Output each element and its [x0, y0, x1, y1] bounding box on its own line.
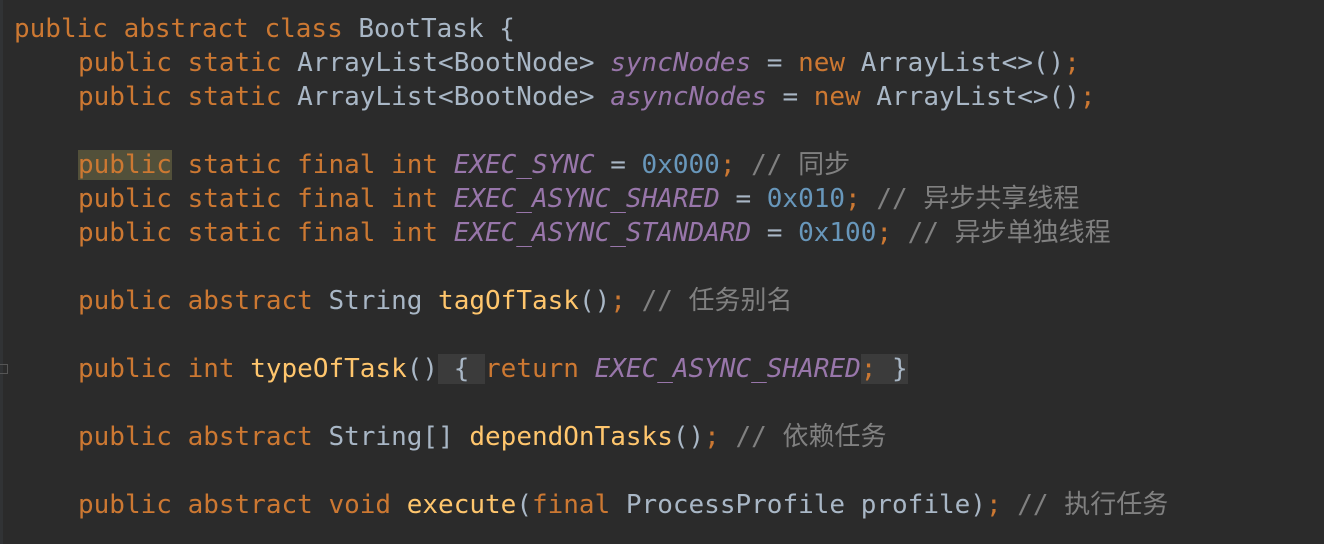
number-literal: 0x010 [766, 184, 846, 214]
keyword: public abstract class [14, 14, 343, 44]
code-line-async-nodes: public static ArrayList<BootNode> asyncN… [14, 80, 1168, 114]
initializer: ArrayList<>() [876, 82, 1080, 112]
semicolon: ; [1064, 48, 1080, 78]
parens: () [672, 422, 705, 452]
class-name: BootTask [358, 14, 484, 44]
keyword-new: new [813, 82, 861, 112]
operator: = [782, 82, 799, 112]
method-name: dependOnTasks [469, 422, 673, 452]
semicolon: ; [719, 150, 736, 180]
keyword-return: return [485, 354, 579, 384]
keyword-new: new [798, 48, 846, 78]
keyword-highlighted: public [78, 150, 172, 180]
keyword-final: final [531, 490, 611, 520]
field-name: syncNodes [610, 48, 752, 78]
code-area[interactable]: public abstract class BootTask { public … [14, 12, 1168, 522]
comment: // 依赖任务 [735, 422, 887, 452]
keyword: public static [78, 82, 282, 112]
code-line-execute: public abstract void execute(final Proce… [14, 488, 1168, 522]
semicolon: ; [985, 490, 1002, 520]
keyword: public abstract [78, 286, 313, 316]
initializer: ArrayList<>() [860, 48, 1065, 78]
keyword: public int [78, 354, 235, 384]
comment: // 任务别名 [641, 286, 793, 316]
constant-name: EXEC_ASYNC_SHARED [594, 354, 861, 384]
parameters: ProcessProfile profile) [625, 490, 986, 520]
constant-name: EXEC_SYNC [453, 150, 595, 180]
method-name: tagOfTask [438, 286, 579, 316]
operator: = [735, 184, 752, 214]
field-name: asyncNodes [610, 82, 767, 112]
folded-method-body[interactable]: { [438, 354, 486, 384]
code-line-depend-on-tasks: public abstract String[] dependOnTasks()… [14, 420, 1168, 454]
close-brace: } [892, 354, 908, 384]
comment: // 异步单独线程 [907, 218, 1111, 248]
folded-method-end[interactable]: ; } [860, 354, 908, 384]
comment: // 异步共享线程 [876, 184, 1080, 214]
code-line-tag-of-task: public abstract String tagOfTask(); // 任… [14, 284, 1168, 318]
semicolon: ; [845, 184, 861, 214]
keyword: public abstract void [78, 490, 392, 520]
code-line-exec-async-shared: public static final int EXEC_ASYNC_SHARE… [14, 182, 1168, 216]
code-line-exec-async-standard: public static final int EXEC_ASYNC_STAND… [14, 216, 1168, 250]
fold-icon[interactable] [0, 364, 8, 374]
code-editor[interactable]: public abstract class BootTask { public … [0, 0, 1324, 544]
semicolon: ; [610, 286, 626, 316]
open-brace: { [499, 14, 515, 44]
semicolon: ; [860, 354, 877, 384]
method-name: execute [406, 490, 517, 520]
semicolon: ; [1079, 82, 1096, 112]
type-name: String[] [328, 422, 454, 452]
semicolon: ; [704, 422, 720, 452]
method-name: typeOfTask [250, 354, 407, 384]
operator: = [766, 48, 783, 78]
parens: () [406, 354, 439, 384]
keyword: public abstract [78, 422, 313, 452]
comment: // 同步 [751, 150, 851, 180]
semicolon: ; [876, 218, 893, 248]
code-line-exec-sync: public static final int EXEC_SYNC = 0x00… [14, 148, 1168, 182]
code-line-type-of-task: public int typeOfTask() { return EXEC_AS… [14, 352, 1168, 386]
number-literal: 0x100 [798, 218, 877, 248]
open-brace: { [453, 354, 470, 384]
type-name: ArrayList<BootNode> [297, 48, 595, 78]
operator: = [610, 150, 626, 180]
type-name: ArrayList<BootNode> [297, 82, 595, 112]
editor-gutter [0, 0, 3, 544]
parens: () [578, 286, 611, 316]
type-name: String [328, 286, 423, 316]
operator: = [766, 218, 783, 248]
open-paren: ( [516, 490, 532, 520]
comment: // 执行任务 [1017, 490, 1169, 520]
keyword: public static [78, 48, 282, 78]
keyword: static final int [187, 150, 439, 180]
number-literal: 0x000 [641, 150, 720, 180]
constant-name: EXEC_ASYNC_STANDARD [453, 218, 752, 248]
code-line-class-declaration: public abstract class BootTask { [14, 12, 1168, 46]
code-line-sync-nodes: public static ArrayList<BootNode> syncNo… [14, 46, 1168, 80]
constant-name: EXEC_ASYNC_SHARED [453, 184, 720, 214]
keyword: public static final int [78, 218, 439, 248]
keyword: public static final int [78, 184, 439, 214]
